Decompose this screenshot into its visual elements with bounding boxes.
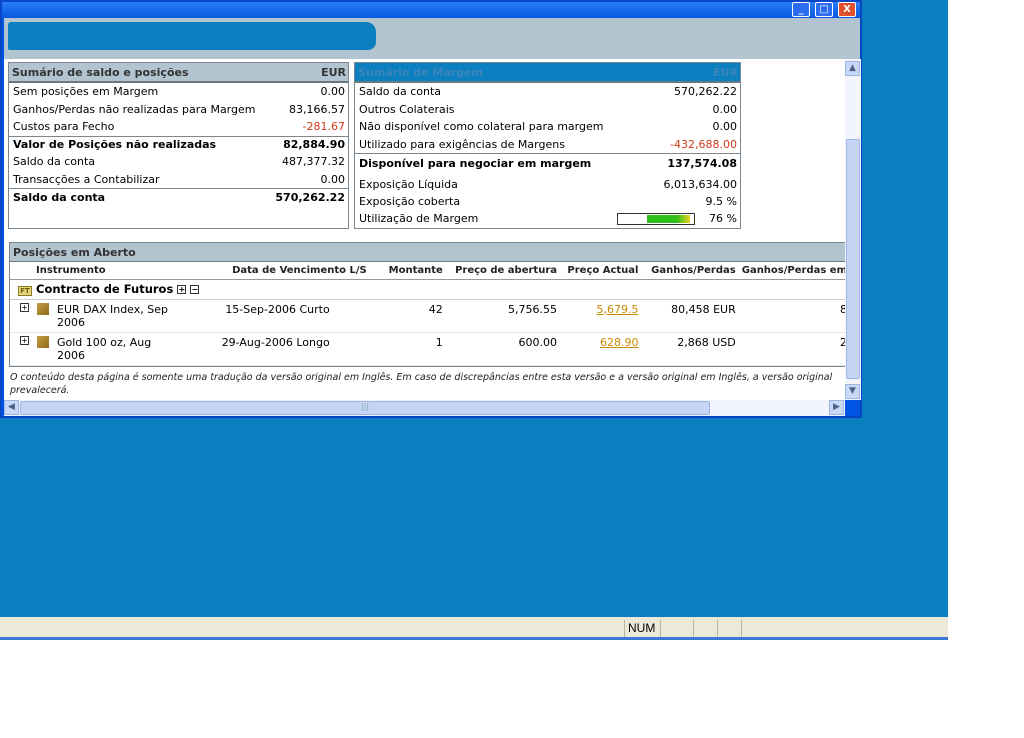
content-area: Sumário de saldo e posições EUR Sem posiç… — [4, 59, 845, 400]
scroll-up-icon[interactable]: ▲ — [845, 61, 860, 76]
instrument-icon — [37, 335, 49, 348]
vertical-scrollbar[interactable]: ▲ ▼ — [845, 59, 861, 400]
currency: EUR — [321, 65, 346, 79]
app-window: _ □ X Sumário de saldo e posições EUR Sem… — [0, 0, 862, 418]
margin-utilization-bar — [617, 213, 696, 226]
current-price-link[interactable]: 5,679.5 — [596, 303, 638, 316]
close-button[interactable]: X — [838, 2, 856, 17]
minimize-button[interactable]: _ — [792, 2, 810, 17]
col-current-price[interactable]: Preço Actual — [560, 262, 642, 280]
summary-row: Transacções a Contabilizar 0.00 — [13, 172, 345, 186]
summary-row: Outros Colaterais 0.00 — [359, 102, 737, 116]
status-pane — [717, 620, 741, 637]
summary-row: Saldo da conta 570,262.22 — [9, 188, 348, 206]
current-price-link[interactable]: 628.90 — [600, 336, 639, 349]
col-instrument[interactable]: Instrumento — [10, 262, 185, 280]
balance-summary-panel: Sumário de saldo e posições EUR Sem posiç… — [8, 62, 349, 229]
summary-row: Disponível para negociar em margem 137,57… — [355, 153, 740, 173]
col-pl[interactable]: Ganhos/Perdas — [641, 262, 739, 280]
status-pane — [693, 620, 717, 637]
summary-row: Utilização de Margem 76 % — [359, 212, 737, 226]
status-bar: NUM — [0, 617, 948, 640]
summary-row: Exposição Líquida 6,013,634.00 — [355, 175, 740, 193]
scroll-down-icon[interactable]: ▼ — [845, 384, 860, 399]
summary-row: Custos para Fecho -281.67 — [13, 120, 345, 134]
positions-table: Instrumento Data de Vencimento L/S Monta… — [10, 262, 845, 366]
table-header: Instrumento Data de Vencimento L/S Monta… — [10, 262, 845, 280]
horizontal-scrollbar[interactable]: ◀ ||| ▶ — [4, 400, 845, 416]
scroll-right-icon[interactable]: ▶ — [829, 400, 844, 415]
col-pl-2[interactable]: Ganhos/Perdas em — [738, 262, 845, 280]
summary-row: Não disponível como colateral para marge… — [359, 120, 737, 134]
panel-title: Sumário de saldo e posições — [12, 65, 189, 79]
instrument-icon — [37, 302, 49, 315]
title-bar[interactable]: _ □ X — [2, 2, 860, 18]
collapse-all-icon[interactable]: − — [190, 284, 200, 294]
vertical-scroll-thumb[interactable] — [846, 139, 860, 379]
panel-title: Sumário de Margem — [358, 65, 483, 79]
col-amount[interactable]: Montante — [369, 262, 446, 280]
scroll-left-icon[interactable]: ◀ — [4, 400, 19, 415]
table-row: + EUR DAX Index, Sep 2006 15-Sep-2006 Cur… — [10, 299, 845, 333]
group-row: FT Contracto de Futuros + − — [10, 279, 845, 300]
redacted-area — [8, 22, 376, 50]
summary-row: Saldo da conta 570,262.22 — [359, 85, 737, 99]
horizontal-scroll-thumb[interactable]: ||| — [20, 401, 710, 415]
disclaimer: O conteúdo desta página é somente uma tr… — [10, 372, 833, 396]
currency: EUR — [713, 65, 738, 79]
num-lock-indicator: NUM — [624, 620, 660, 637]
table-row: + Gold 100 oz, Aug 2006 29-Aug-2006 Longo… — [10, 332, 845, 366]
status-pane — [741, 620, 941, 637]
col-expiry[interactable]: Data de Vencimento L/S — [185, 262, 370, 280]
expand-row-icon[interactable]: + — [20, 335, 29, 345]
summary-row: Ganhos/Perdas não realizadas para Margem… — [13, 102, 345, 116]
section-title: Posições em Aberto — [13, 245, 136, 259]
summary-row: Saldo da conta 487,377.32 — [13, 155, 345, 169]
expand-all-icon[interactable]: + — [177, 284, 187, 294]
header-banner — [4, 18, 860, 59]
margin-summary-panel: Sumário de Margem EUR Saldo da conta 570,2… — [354, 62, 741, 229]
group-label: Contracto de Futuros — [36, 281, 174, 296]
open-positions-section: Posições em Aberto Instrumento Data de V… — [9, 242, 845, 367]
col-open-price[interactable]: Preço de abertura — [445, 262, 561, 280]
futures-icon: FT — [18, 285, 32, 296]
summary-row: Sem posições em Margem 0.00 — [13, 85, 345, 99]
maximize-button[interactable]: □ — [815, 2, 833, 17]
summary-row: Valor de Posições não realizadas 82,884.9… — [9, 135, 348, 154]
expand-row-icon[interactable]: + — [20, 302, 29, 312]
status-pane — [660, 620, 696, 637]
summary-row: Exposição coberta 9.5 % — [359, 194, 737, 208]
summary-row: Utilizado para exigências de Margens -432… — [359, 137, 737, 151]
